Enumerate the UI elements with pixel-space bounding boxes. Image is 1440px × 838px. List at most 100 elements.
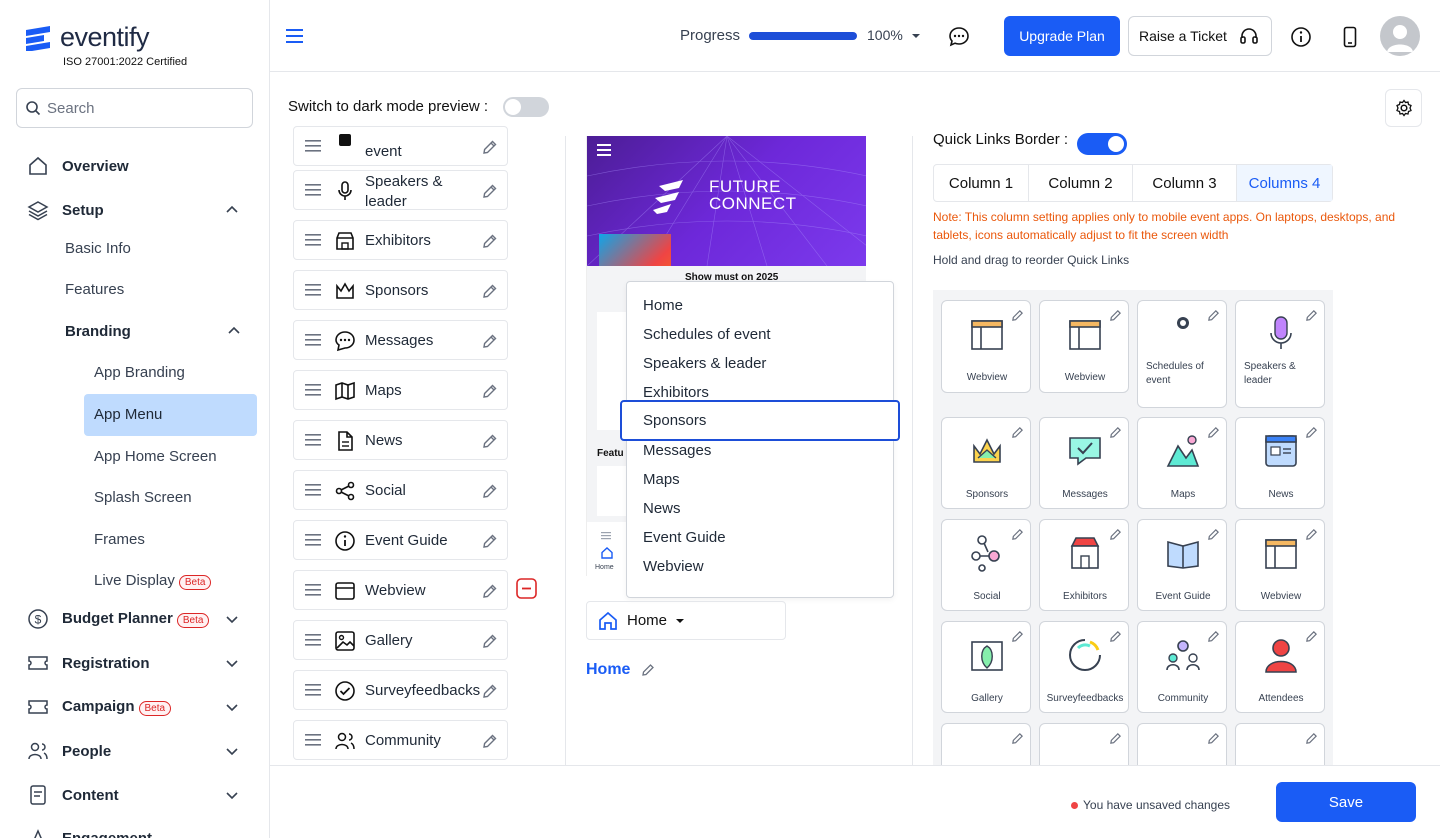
menu-item[interactable]: Sponsors [293, 270, 508, 310]
edit-pencil-icon[interactable] [482, 183, 498, 199]
edit-pencil-icon[interactable] [1207, 732, 1220, 745]
raise-ticket-button[interactable]: Raise a Ticket [1128, 16, 1272, 56]
menu-item[interactable]: Exhibitors [293, 220, 508, 260]
nav-engagement[interactable]: Engagement [0, 826, 269, 838]
edit-pencil-icon[interactable] [1207, 630, 1220, 643]
drag-handle-icon[interactable] [305, 434, 321, 446]
edit-pencil-icon[interactable] [482, 283, 498, 299]
menu-item[interactable]: Event Guide [293, 520, 508, 560]
edit-pencil-icon[interactable] [482, 483, 498, 499]
drag-handle-icon[interactable] [305, 484, 321, 496]
edit-pencil-icon[interactable] [1109, 630, 1122, 643]
edit-pencil-icon[interactable] [1207, 309, 1220, 322]
edit-pencil-icon[interactable] [1011, 630, 1024, 643]
edit-pencil-icon[interactable] [1109, 309, 1122, 322]
quick-link-card[interactable]: News [1235, 417, 1325, 509]
nav-live-display[interactable]: Live Display Beta [94, 572, 212, 590]
quick-link-card[interactable]: Gallery [941, 621, 1031, 713]
quick-link-card[interactable] [1039, 723, 1129, 766]
dropdown-option[interactable]: News [643, 500, 681, 517]
dropdown-selected-highlight[interactable]: Sponsors [620, 400, 900, 441]
quick-link-card[interactable] [1137, 723, 1227, 766]
save-button[interactable]: Save [1276, 782, 1416, 822]
mobile-icon[interactable] [1343, 26, 1357, 48]
edit-pencil-icon[interactable] [1305, 732, 1318, 745]
chat-icon[interactable] [948, 26, 970, 48]
menu-item[interactable]: Messages [293, 320, 508, 360]
drag-handle-icon[interactable] [305, 284, 321, 296]
upgrade-plan-button[interactable]: Upgrade Plan [1004, 16, 1120, 56]
dropdown-option[interactable]: Exhibitors [643, 384, 709, 401]
menu-item[interactable]: Webview [293, 570, 508, 610]
edit-pencil-icon[interactable] [482, 383, 498, 399]
drag-handle-icon[interactable] [305, 384, 321, 396]
menu-item[interactable]: Gallery [293, 620, 508, 660]
drag-handle-icon[interactable] [305, 534, 321, 546]
edit-pencil-icon[interactable] [1207, 528, 1220, 541]
info-icon[interactable] [1290, 26, 1312, 48]
drag-handle-icon[interactable] [305, 184, 321, 196]
nav-splash-screen[interactable]: Splash Screen [94, 489, 192, 506]
edit-pencil-icon[interactable] [482, 583, 498, 599]
nav-people[interactable]: People [0, 739, 269, 763]
nav-app-menu[interactable]: App Menu [94, 406, 162, 423]
edit-pencil-icon[interactable] [1207, 426, 1220, 439]
nav-app-home-screen[interactable]: App Home Screen [94, 448, 217, 465]
dropdown-option[interactable]: Schedules of event [643, 326, 771, 343]
quick-link-card[interactable]: Webview [941, 300, 1031, 393]
quick-link-card[interactable]: Exhibitors [1039, 519, 1129, 611]
drag-handle-icon[interactable] [305, 684, 321, 696]
tab-column-3[interactable]: Column 3 [1133, 165, 1237, 201]
quick-link-card[interactable] [1235, 723, 1325, 766]
nav-basic-info[interactable]: Basic Info [65, 240, 131, 257]
quick-link-card[interactable]: Webview [1039, 300, 1129, 393]
edit-pencil-icon[interactable] [641, 663, 655, 677]
dropdown-option[interactable]: Event Guide [643, 529, 726, 546]
home-page-link[interactable]: Home [586, 661, 630, 679]
drag-handle-icon[interactable] [305, 734, 321, 746]
quick-link-card[interactable]: Social [941, 519, 1031, 611]
edit-pencil-icon[interactable] [1305, 528, 1318, 541]
remove-icon[interactable] [516, 578, 537, 599]
home-page-select[interactable]: Home [586, 601, 786, 640]
edit-pencil-icon[interactable] [482, 433, 498, 449]
edit-pencil-icon[interactable] [482, 233, 498, 249]
edit-pencil-icon[interactable] [482, 533, 498, 549]
quick-link-card[interactable]: Sponsors [941, 417, 1031, 509]
edit-pencil-icon[interactable] [1109, 732, 1122, 745]
edit-pencil-icon[interactable] [1305, 630, 1318, 643]
drag-handle-icon[interactable] [305, 234, 321, 246]
quick-link-card[interactable]: Maps [1137, 417, 1227, 509]
quick-link-card[interactable]: Surveyfeedbacks [1039, 621, 1129, 713]
quick-link-card[interactable]: Speakers & leader [1235, 300, 1325, 408]
nav-campaign[interactable]: Campaign Beta [0, 695, 269, 719]
hamburger-menu-icon[interactable] [286, 28, 304, 44]
edit-pencil-icon[interactable] [1011, 732, 1024, 745]
nav-content[interactable]: Content [0, 783, 269, 807]
menu-item[interactable]: Surveyfeedbacks [293, 670, 508, 710]
edit-pencil-icon[interactable] [1011, 528, 1024, 541]
menu-item[interactable]: News [293, 420, 508, 460]
nav-branding[interactable]: Branding [65, 323, 131, 340]
quick-link-card[interactable]: Community [1137, 621, 1227, 713]
caret-down-icon[interactable] [910, 32, 922, 40]
menu-item[interactable]: Community [293, 720, 508, 760]
nav-registration[interactable]: Registration [0, 651, 269, 675]
edit-pencil-icon[interactable] [482, 139, 498, 155]
nav-app-branding[interactable]: App Branding [94, 364, 185, 381]
quick-links-border-toggle[interactable] [1077, 133, 1127, 155]
edit-pencil-icon[interactable] [482, 333, 498, 349]
dropdown-option[interactable]: Home [643, 297, 683, 314]
dropdown-option[interactable]: Speakers & leader [643, 355, 766, 372]
nav-budget-planner[interactable]: $ Budget Planner Beta [0, 607, 269, 631]
tab-column-2[interactable]: Column 2 [1029, 165, 1133, 201]
edit-pencil-icon[interactable] [1109, 426, 1122, 439]
edit-pencil-icon[interactable] [482, 633, 498, 649]
dropdown-option[interactable]: Maps [643, 471, 680, 488]
drag-handle-icon[interactable] [305, 140, 321, 152]
quick-link-card[interactable]: Webview [1235, 519, 1325, 611]
edit-pencil-icon[interactable] [1011, 309, 1024, 322]
tab-columns-4[interactable]: Columns 4 [1237, 165, 1332, 201]
quick-link-card[interactable]: Schedules of event [1137, 300, 1227, 408]
edit-pencil-icon[interactable] [482, 683, 498, 699]
